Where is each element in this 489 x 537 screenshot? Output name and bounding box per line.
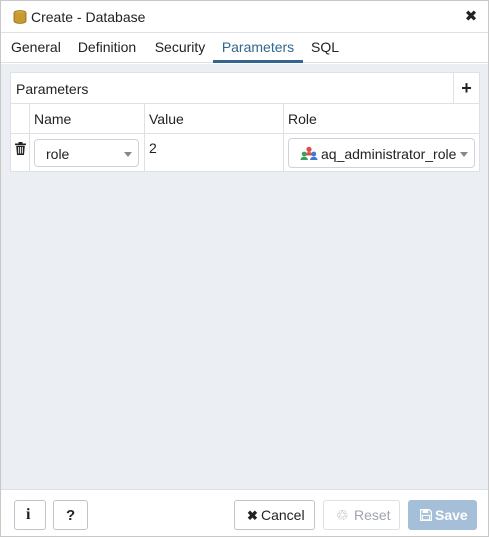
info-icon: i <box>26 506 31 523</box>
tab-definition[interactable]: Definition <box>76 33 138 63</box>
group-role-icon <box>300 146 318 160</box>
table-row-delete-cell <box>11 134 30 172</box>
close-icon: ✖ <box>247 508 258 523</box>
dialog-footer: i ? ✖ Cancel ♲ Reset Save <box>1 489 488 536</box>
column-header-actions <box>11 104 30 134</box>
reset-label: Reset <box>354 507 391 523</box>
cancel-label: Cancel <box>261 507 305 523</box>
question-icon: ? <box>66 507 76 524</box>
parameter-role-value: aq_administrator_role <box>321 146 457 162</box>
add-parameter-button[interactable]: + <box>453 73 479 104</box>
parameters-title: Parameters <box>16 81 89 97</box>
parameters-header: Parameters + <box>11 73 479 104</box>
parameter-name-value: role <box>46 146 70 162</box>
tab-bar: General Definition Security Parameters S… <box>1 33 488 63</box>
chevron-down-icon <box>124 152 132 157</box>
tab-sql[interactable]: SQL <box>310 33 340 63</box>
tab-security[interactable]: Security <box>154 33 206 63</box>
parameter-name-select[interactable]: role <box>34 139 139 167</box>
parameters-panel: Parameters + Name Value Role role 2 aq_a… <box>10 72 480 172</box>
database-icon <box>13 10 27 24</box>
table-row-name-cell: role <box>30 134 145 172</box>
table-row-value-cell[interactable]: 2 <box>145 134 284 172</box>
recycle-icon: ♲ <box>336 507 349 523</box>
info-button[interactable]: i <box>14 500 46 530</box>
parameter-value[interactable]: 2 <box>149 140 157 156</box>
create-database-dialog: Create - Database ✖ General Definition S… <box>0 0 489 537</box>
tab-content: Parameters + Name Value Role role 2 aq_a… <box>1 64 488 489</box>
save-icon <box>420 509 432 521</box>
trash-icon[interactable] <box>15 142 26 155</box>
column-header-value: Value <box>145 104 284 134</box>
column-header-name: Name <box>30 104 145 134</box>
chevron-down-icon <box>460 152 468 157</box>
column-header-role: Role <box>284 104 479 134</box>
close-icon[interactable]: ✖ <box>464 8 478 26</box>
reset-button[interactable]: ♲ Reset <box>323 500 400 530</box>
save-button[interactable]: Save <box>408 500 477 530</box>
dialog-titlebar[interactable]: Create - Database ✖ <box>1 1 488 33</box>
parameter-role-select[interactable]: aq_administrator_role <box>288 138 475 168</box>
save-label: Save <box>435 507 468 523</box>
cancel-button[interactable]: ✖ Cancel <box>234 500 315 530</box>
help-button[interactable]: ? <box>53 500 88 530</box>
dialog-title: Create - Database <box>31 9 146 25</box>
tab-parameters[interactable]: Parameters <box>213 33 303 63</box>
tab-general[interactable]: General <box>11 33 61 63</box>
table-row-role-cell: aq_administrator_role <box>284 134 479 172</box>
